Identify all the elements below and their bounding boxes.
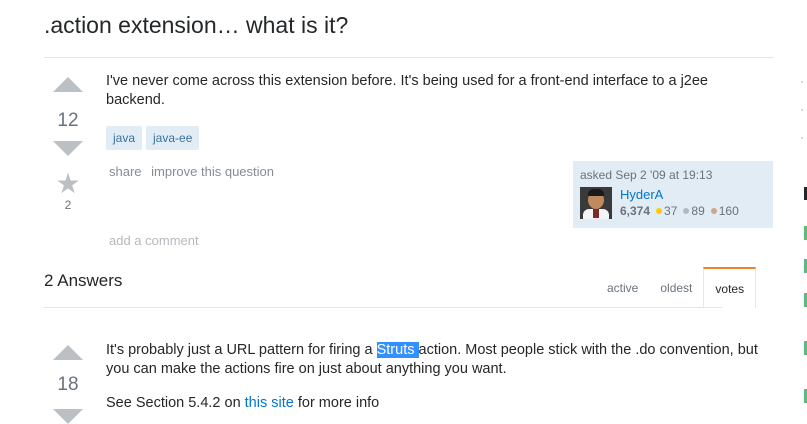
add-comment-link[interactable]: add a comment — [109, 233, 199, 248]
avatar[interactable] — [580, 187, 612, 219]
user-name-link[interactable]: HyderA — [620, 187, 739, 203]
question-body: I've never come across this extension be… — [106, 72, 766, 110]
asked-time: asked Sep 2 '09 at 19:13 — [580, 168, 713, 182]
question-body-text: I've never come across this extension be… — [106, 73, 708, 108]
answer-paragraph-2: See Section 5.4.2 on this site for more … — [106, 395, 380, 411]
selected-text-highlight: Struts — [376, 342, 419, 358]
answer-vote-count: 18 — [57, 374, 79, 395]
question-post-menu: share improve this question — [109, 164, 280, 179]
gold-badge-icon — [656, 208, 663, 214]
answer-sort-tabs: active oldest votes — [596, 267, 757, 308]
downvote-arrow-icon[interactable] — [53, 141, 83, 156]
asker-user-card: asked Sep 2 '09 at 19:13 HyderA 6,374 37 8… — [573, 161, 773, 228]
silver-badge-count: 89 — [691, 204, 705, 218]
tab-oldest[interactable]: oldest — [649, 267, 703, 307]
user-details: HyderA 6,374 37 89 160 — [620, 187, 739, 219]
upvote-arrow-icon[interactable] — [53, 77, 83, 92]
question-vote-count: 12 — [57, 110, 79, 131]
favorite-star-icon[interactable]: ★ — [45, 170, 91, 198]
answers-count-header: 2 Answers — [44, 271, 123, 290]
bronze-badge-count: 160 — [718, 204, 739, 218]
this-site-link[interactable]: this site — [245, 395, 294, 411]
reputation-score: 6,374 — [620, 204, 651, 218]
share-link[interactable]: share — [109, 164, 142, 179]
question-tags: java java-ee — [106, 126, 203, 150]
tab-active[interactable]: active — [596, 267, 649, 307]
gold-badge-count: 37 — [664, 204, 678, 218]
improve-question-link[interactable]: improve this question — [151, 164, 274, 179]
answer-paragraph-1: It's probably just a URL pattern for fir… — [106, 342, 758, 377]
question-title[interactable]: .action extension… what is it? — [44, 10, 348, 40]
title-divider — [44, 57, 774, 58]
answer-vote-cell: 18 — [45, 345, 91, 424]
answers-divider — [44, 307, 722, 308]
answer-downvote-arrow-icon[interactable] — [53, 409, 83, 424]
question-vote-cell: 12 ★ 2 — [45, 77, 91, 212]
tag-java[interactable]: java — [106, 126, 143, 150]
bronze-badge-icon — [710, 208, 717, 214]
silver-badge-icon — [683, 208, 690, 214]
answer-upvote-arrow-icon[interactable] — [53, 345, 83, 360]
tab-votes[interactable]: votes — [703, 267, 757, 308]
tag-java-ee[interactable]: java-ee — [146, 126, 200, 150]
favorite-count: 2 — [64, 198, 72, 212]
answer-body: It's probably just a URL pattern for fir… — [106, 341, 766, 413]
